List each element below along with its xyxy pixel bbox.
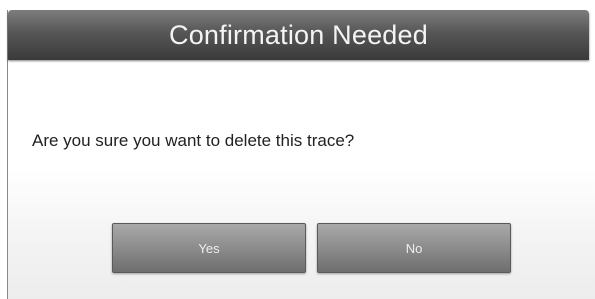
confirmation-dialog: Confirmation Needed Are you sure you wan… [7, 10, 595, 299]
no-button[interactable]: No [317, 223, 511, 273]
background-strip [0, 0, 595, 10]
dialog-title: Confirmation Needed [169, 20, 428, 50]
yes-button[interactable]: Yes [112, 223, 306, 273]
dialog-titlebar: Confirmation Needed [8, 10, 589, 60]
confirmation-message: Are you sure you want to delete this tra… [32, 131, 355, 150]
